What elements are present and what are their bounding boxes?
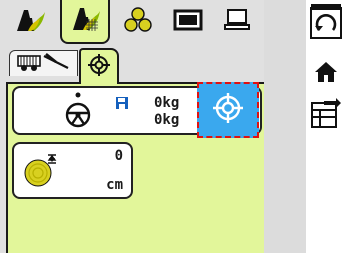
steering-wheel-icon: [64, 91, 94, 135]
floppy-disk-icon: [116, 94, 128, 113]
weight-value-2: 0kg: [154, 112, 180, 128]
home-icon: [314, 60, 338, 88]
tab-harvester[interactable]: [8, 0, 52, 44]
transfer-list-button[interactable]: [306, 96, 345, 134]
target-icon: [87, 53, 111, 81]
tab-trailer-tools[interactable]: [9, 50, 78, 76]
computer-tab-icon: [222, 7, 252, 37]
height-card[interactable]: 0 cm: [12, 142, 133, 199]
screen-tab-icon: [172, 8, 204, 36]
harvester-grid-tab-icon: [69, 4, 101, 38]
target-button[interactable]: [197, 82, 259, 138]
height-unit: cm: [106, 177, 123, 193]
bale-height-icon: [20, 153, 66, 197]
crosshair-target-icon: [211, 91, 245, 129]
tab-computer[interactable]: [215, 0, 259, 44]
home-button[interactable]: [306, 56, 345, 92]
trailer-tools-icon: [16, 52, 72, 76]
screen: 0kg 0kg 0 cm: [0, 0, 345, 253]
right-side-bar: [264, 0, 306, 253]
tab-screen[interactable]: [166, 0, 210, 44]
tab-target[interactable]: [79, 48, 119, 84]
tab-bales[interactable]: [116, 0, 160, 44]
harvester-tab-icon: [14, 6, 46, 38]
tab-harvester-grid[interactable]: [60, 0, 110, 44]
refresh-icon: [309, 4, 343, 44]
bales-tab-icon: [122, 6, 154, 38]
transfer-list-icon: [310, 97, 342, 133]
refresh-button[interactable]: [306, 0, 345, 48]
weight-value-1: 0kg: [154, 95, 180, 111]
height-value: 0: [114, 148, 123, 164]
